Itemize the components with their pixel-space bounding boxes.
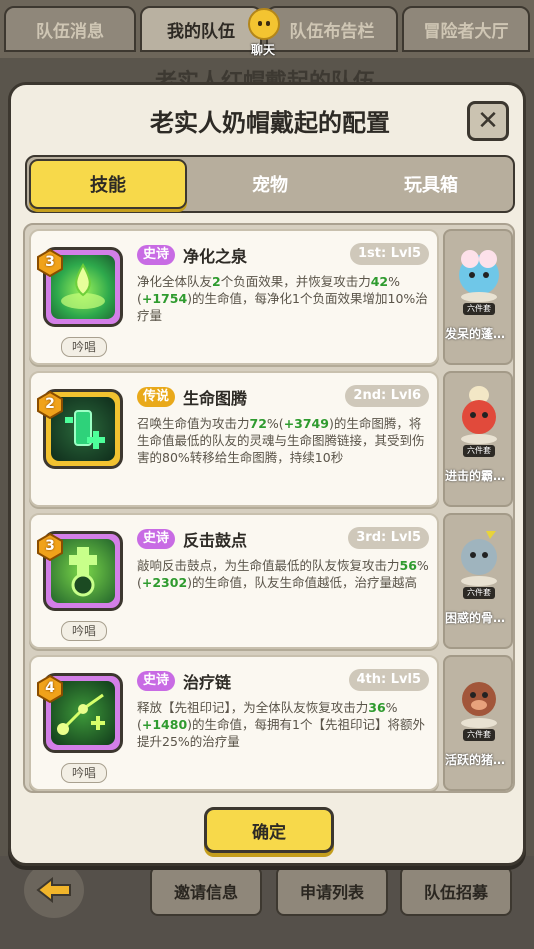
rarity-badge: 史诗 (137, 671, 176, 691)
rarity-badge: 史诗 (137, 245, 176, 265)
tab-skills[interactable]: 技能 (29, 159, 187, 209)
team-recruit-button[interactable]: 队伍招募 (400, 866, 512, 916)
skill-description: 释放【先祖印记】，为全体队友恢复攻击力36%(+1480)的生命值，每拥有1个【… (137, 700, 425, 749)
back-arrow-icon (36, 877, 71, 903)
skill-slot-badge: 3 (37, 248, 63, 278)
skill-card[interactable]: 4 吟唱 史诗 治疗链 4th: Lvl5 释放【先祖印记】，为全体队友恢复攻击… (29, 655, 439, 791)
skill-name: 治疗链 (183, 673, 232, 692)
skill-slot-badge: 3 (37, 532, 63, 562)
red-dragon-icon (461, 386, 497, 444)
pet-set-tag: 六件套 (463, 303, 495, 315)
invite-info-button[interactable]: 邀请信息 (150, 866, 262, 916)
pet-set-tag: 六件套 (463, 445, 495, 457)
close-button[interactable]: ✕ (467, 101, 509, 141)
config-tab-bar: 技能 宠物 玩具箱 (25, 155, 515, 213)
config-modal: 老实人奶帽戴起的配置 ✕ 技能 宠物 玩具箱 3 吟唱 史诗 净化之泉 1st:… (8, 82, 526, 866)
skill-card[interactable]: 3 吟唱 史诗 反击鼓点 3rd: Lvl5 敲响反击鼓点，为生命值最低的队友恢… (29, 513, 439, 649)
fluffy-sheep-icon (459, 250, 499, 302)
skill-description: 敲响反击鼓点，为生命值最低的队友恢复攻击力56%(+2302)的生命值，队友生命… (137, 558, 429, 590)
skill-card[interactable]: 2 传说 生命图腾 2nd: Lvl6 召唤生命值为攻击力72%(+3749)的… (29, 371, 439, 507)
rarity-badge: 史诗 (137, 529, 176, 549)
apply-list-button[interactable]: 申请列表 (276, 866, 388, 916)
modal-title: 老实人奶帽戴起的配置 (150, 109, 390, 137)
chat-button[interactable]: 聊天 (238, 8, 288, 57)
skill-slot-badge: 2 (37, 390, 63, 420)
confirm-button[interactable]: 确定 (204, 807, 334, 853)
skill-level: 2nd: Lvl6 (345, 385, 429, 407)
back-button[interactable] (24, 862, 84, 918)
chant-tag: 吟唱 (61, 621, 107, 641)
rarity-badge: 传说 (137, 387, 176, 407)
chat-label: 聊天 (250, 43, 275, 57)
skill-name: 生命图腾 (183, 389, 248, 408)
pet-set-tag: 六件套 (463, 587, 495, 599)
skill-name: 净化之泉 (183, 247, 248, 266)
pet-name: 活跃的猪… (445, 753, 506, 767)
pet-name: 困惑的骨… (445, 611, 506, 625)
tab-toybox[interactable]: 玩具箱 (351, 159, 511, 209)
skill-name: 反击鼓点 (183, 531, 248, 550)
chat-face-icon (248, 8, 280, 40)
pet-card[interactable]: 六件套 困惑的骨… (443, 513, 513, 649)
tab-team-messages[interactable]: 队伍消息 (4, 6, 136, 52)
tab-pets[interactable]: 宠物 (193, 159, 347, 209)
tab-adventurer-hall[interactable]: 冒险者大厅 (402, 6, 530, 52)
bone-dragon-icon (461, 531, 497, 586)
pet-card[interactable]: 六件套 发呆的蓬… (443, 229, 513, 365)
pet-card[interactable]: 六件套 活跃的猪… (443, 655, 513, 791)
skill-description: 召唤生命值为攻击力72%(+3749)的生命图腾，将生命值最低的队友的灵魂与生命… (137, 416, 425, 465)
pet-name: 发呆的蓬… (445, 327, 506, 341)
skill-level: 3rd: Lvl5 (348, 527, 429, 549)
skill-card[interactable]: 3 吟唱 史诗 净化之泉 1st: Lvl5 净化全体队友2个负面效果，并恢复攻… (29, 229, 439, 365)
skill-level: 4th: Lvl5 (348, 669, 429, 691)
skill-slot-badge: 4 (37, 674, 63, 704)
close-icon: ✕ (477, 106, 499, 136)
pet-card[interactable]: 六件套 进击的霸… (443, 371, 513, 507)
pet-set-tag: 六件套 (463, 729, 495, 741)
boar-icon (461, 682, 497, 728)
skill-list[interactable]: 3 吟唱 史诗 净化之泉 1st: Lvl5 净化全体队友2个负面效果，并恢复攻… (23, 223, 515, 793)
chant-tag: 吟唱 (61, 763, 107, 783)
skill-description: 净化全体队友2个负面效果，并恢复攻击力42%(+1754)的生命值，每净化1个负… (137, 274, 428, 323)
pet-name: 进击的霸… (445, 469, 506, 483)
chant-tag: 吟唱 (61, 337, 107, 357)
skill-level: 1st: Lvl5 (350, 243, 429, 265)
